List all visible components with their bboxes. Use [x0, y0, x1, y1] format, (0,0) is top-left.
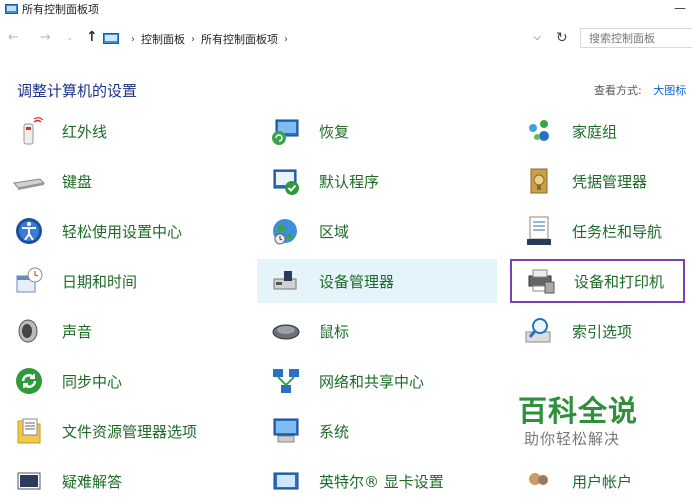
item-intel-graphics[interactable]: 英特尔® 显卡设置	[257, 459, 497, 503]
item-label: 键盘	[62, 172, 93, 191]
taskbar-icon	[522, 214, 556, 248]
view-by-label: 查看方式:	[594, 84, 642, 97]
refresh-icon[interactable]: ↻	[556, 30, 568, 46]
item-label: 任务栏和导航	[572, 222, 663, 241]
user-accounts-icon	[522, 464, 556, 498]
infrared-icon	[12, 114, 46, 148]
item-label: 轻松使用设置中心	[62, 222, 183, 241]
watermark-title: 百科全说	[518, 394, 639, 428]
item-label: 索引选项	[572, 322, 633, 341]
item-system[interactable]: 系统	[257, 409, 497, 453]
breadcrumb-all-items[interactable]: 所有控制面板项	[201, 31, 278, 47]
item-label: 文件资源管理器选项	[62, 422, 198, 441]
item-label: 红外线	[62, 122, 108, 141]
breadcrumb-separator-icon: ›	[131, 33, 135, 45]
devices-printers-icon	[524, 264, 558, 298]
item-label: 用户帐户	[572, 472, 633, 491]
title-bar: 所有控制面板项 —	[0, 0, 692, 18]
troubleshooting-icon	[12, 464, 46, 498]
item-label: 区域	[319, 222, 350, 241]
item-label: 网络和共享中心	[319, 372, 425, 391]
view-by: 查看方式: 大图标	[594, 82, 686, 98]
item-devices-printers[interactable]: 设备和打印机	[510, 259, 685, 303]
item-label: 疑难解答	[62, 472, 123, 491]
item-label: 同步中心	[62, 372, 123, 391]
region-icon	[269, 214, 303, 248]
breadcrumb-control-panel[interactable]: 控制面板	[141, 31, 185, 47]
device-manager-icon	[269, 264, 303, 298]
item-label: 设备和打印机	[574, 272, 665, 291]
item-label: 凭据管理器	[572, 172, 648, 191]
homegroup-icon	[522, 114, 556, 148]
control-panel-icon	[103, 33, 119, 44]
item-user-accounts[interactable]: 用户帐户	[510, 459, 685, 503]
item-recovery[interactable]: 恢复	[257, 109, 497, 153]
minimize-button[interactable]: —	[674, 1, 686, 15]
intel-graphics-icon	[269, 464, 303, 498]
watermark: 百科全说 助你轻松解决	[514, 386, 664, 448]
item-keyboard[interactable]: 键盘	[0, 159, 240, 203]
item-sync-center[interactable]: 同步中心	[0, 359, 240, 403]
system-icon	[269, 414, 303, 448]
item-indexing-options[interactable]: 索引选项	[510, 309, 685, 353]
recent-locations-chevron-icon[interactable]: ⌄	[66, 33, 74, 43]
item-label: 默认程序	[319, 172, 380, 191]
view-by-dropdown[interactable]: 大图标	[653, 84, 686, 97]
recovery-icon	[269, 114, 303, 148]
back-arrow-icon[interactable]: ←	[8, 30, 19, 45]
window-title: 所有控制面板项	[22, 3, 99, 16]
sound-icon	[12, 314, 46, 348]
forward-arrow-icon[interactable]: →	[40, 30, 51, 45]
file-explorer-options-icon	[12, 414, 46, 448]
item-homegroup[interactable]: 家庭组	[510, 109, 685, 153]
item-mouse[interactable]: 鼠标	[257, 309, 497, 353]
item-region[interactable]: 区域	[257, 209, 497, 253]
watermark-subtitle: 助你轻松解决	[524, 430, 621, 448]
item-label: 日期和时间	[62, 272, 138, 291]
item-label: 家庭组	[572, 122, 618, 141]
item-ease-of-access[interactable]: 轻松使用设置中心	[0, 209, 240, 253]
item-network-sharing[interactable]: 网络和共享中心	[257, 359, 497, 403]
item-troubleshooting[interactable]: 疑难解答	[0, 459, 240, 503]
item-label: 系统	[319, 422, 350, 441]
item-device-manager[interactable]: 设备管理器	[257, 259, 497, 303]
item-infrared[interactable]: 红外线	[0, 109, 240, 153]
item-credential-manager[interactable]: 凭据管理器	[510, 159, 685, 203]
sync-center-icon	[12, 364, 46, 398]
item-date-time[interactable]: 日期和时间	[0, 259, 240, 303]
navigation-bar: ← → ⌄ ↑ › 控制面板 › 所有控制面板项 › ⌵ ↻ 搜索控制面板	[0, 26, 692, 52]
item-label: 恢复	[319, 122, 350, 141]
item-label: 设备管理器	[319, 272, 395, 291]
page-title: 调整计算机的设置	[17, 82, 138, 100]
indexing-options-icon	[522, 314, 556, 348]
item-default-programs[interactable]: 默认程序	[257, 159, 497, 203]
control-panel-icon	[5, 3, 18, 14]
network-sharing-icon	[269, 364, 303, 398]
item-taskbar[interactable]: 任务栏和导航	[510, 209, 685, 253]
item-label: 声音	[62, 322, 93, 341]
item-label: 鼠标	[319, 322, 350, 341]
item-sound[interactable]: 声音	[0, 309, 240, 353]
address-bar[interactable]: › 控制面板 › 所有控制面板项 › ⌵	[103, 28, 555, 50]
page-header: 调整计算机的设置 查看方式: 大图标	[0, 72, 692, 108]
breadcrumb-separator-icon: ›	[191, 33, 195, 45]
keyboard-icon	[12, 164, 46, 198]
chevron-down-icon[interactable]: ⌵	[533, 32, 541, 43]
ease-of-access-icon	[12, 214, 46, 248]
up-arrow-icon[interactable]: ↑	[86, 29, 98, 45]
item-label: 英特尔® 显卡设置	[319, 472, 444, 491]
breadcrumb-separator-icon: ›	[284, 33, 288, 45]
default-programs-icon	[269, 164, 303, 198]
item-file-explorer-options[interactable]: 文件资源管理器选项	[0, 409, 240, 453]
search-input[interactable]: 搜索控制面板	[580, 28, 692, 48]
mouse-icon	[269, 314, 303, 348]
credential-manager-icon	[522, 164, 556, 198]
date-time-icon	[12, 264, 46, 298]
